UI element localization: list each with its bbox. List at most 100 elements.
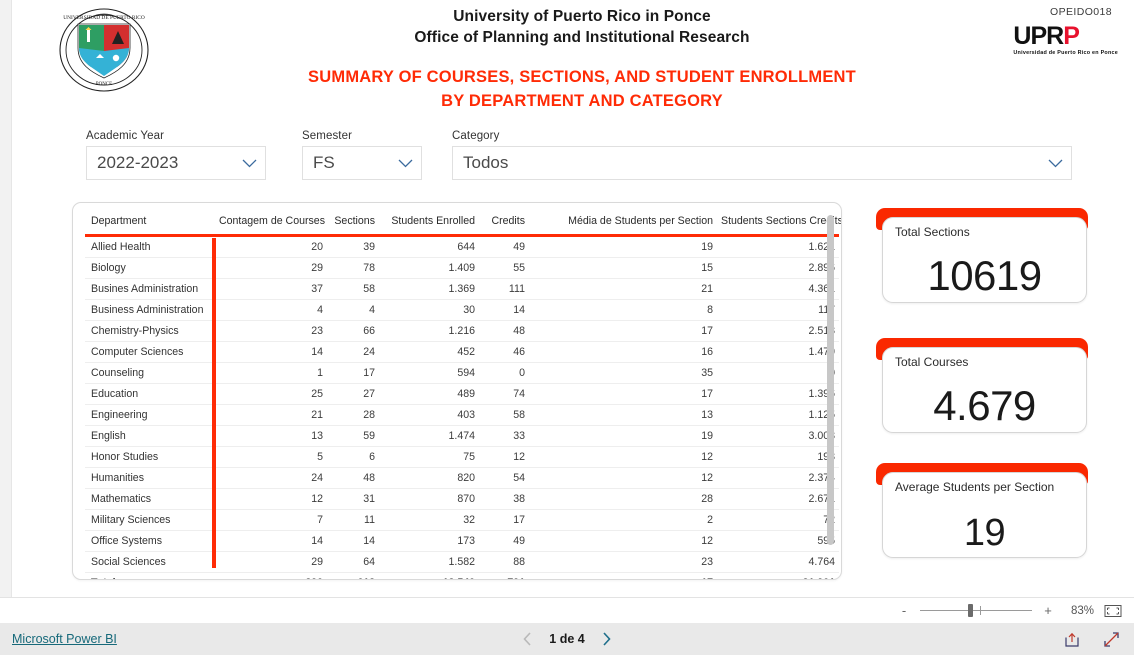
zoom-slider-tick [980, 606, 981, 615]
zoom-slider[interactable] [920, 604, 1032, 618]
cell-department: Education [85, 383, 215, 405]
cell-department: Humanities [85, 467, 215, 489]
slicer-semester-value: FS [313, 153, 335, 172]
cell-ssc: 2.896 [717, 257, 839, 279]
table-row[interactable]: Computer Sciences 14 24 452 46 16 1.479 [85, 341, 839, 363]
cell-credits: 14 [479, 299, 529, 321]
zoom-out-button[interactable]: - [898, 603, 910, 618]
table-vertical-scrollbar[interactable] [827, 215, 834, 567]
column-header-sections[interactable]: Sections [327, 211, 379, 237]
cell-courses: 21 [215, 404, 327, 426]
cell-students: 30 [379, 299, 479, 321]
cell-ssc: 1.396 [717, 383, 839, 405]
cell-avg: 8 [529, 299, 717, 321]
column-header-department[interactable]: Department [85, 211, 215, 237]
slicer-academic-year-dropdown[interactable]: 2022-2023 [86, 146, 266, 180]
kpi-card-body: Total Courses 4.679 [882, 347, 1087, 433]
cell-courses: 14 [215, 341, 327, 363]
table-row[interactable]: Military Sciences7113217272 [85, 509, 839, 531]
cell-ssc: 595 [717, 530, 839, 552]
cell-ssc: 0 [717, 362, 839, 384]
cell-sections: 48 [327, 467, 379, 489]
table-row[interactable]: Business Administration4430148117 [85, 299, 839, 321]
column-header-courses[interactable]: Contagem de Courses [215, 211, 327, 237]
table-row[interactable]: Social Sciences 29 64 1.582 88 23 4.764 [85, 551, 839, 573]
cell-credits: 49 [479, 530, 529, 552]
cell-credits: 54 [479, 467, 529, 489]
table-row[interactable]: Counseling1175940350 [85, 362, 839, 384]
cell-students: 594 [379, 362, 479, 384]
previous-page-icon[interactable] [522, 632, 533, 646]
slicer-semester: Semester FS [302, 130, 422, 180]
cell-students: 1.369 [379, 278, 479, 300]
kpi-label: Average Students per Section [895, 480, 1055, 494]
cell-sections: 39 [327, 235, 379, 258]
slicer-academic-year-value: 2022-2023 [97, 153, 179, 172]
chevron-down-icon[interactable] [242, 159, 257, 168]
table-row[interactable]: Office Systems14141734912595 [85, 530, 839, 552]
cell-sections: 28 [327, 404, 379, 426]
cell-courses: 7 [215, 509, 327, 531]
scrollbar-thumb[interactable] [827, 215, 834, 545]
report-header: University of Puerto Rico in Ponce Offic… [232, 6, 932, 113]
slicer-category-value: Todos [463, 153, 509, 172]
slicer-category-dropdown[interactable]: Todos [452, 146, 1072, 180]
cell-credits: 33 [479, 425, 529, 447]
kpi-card-total-sections[interactable]: Total Sections 10619 [874, 208, 1088, 303]
table-row[interactable]: Biology 29 78 1.409 55 15 2.896 [85, 257, 839, 279]
table-row[interactable]: Honor Studies56751212193 [85, 446, 839, 468]
zoom-slider-thumb[interactable] [968, 604, 973, 617]
slicer-semester-dropdown[interactable]: FS [302, 146, 422, 180]
cell-avg: 19 [529, 425, 717, 447]
cell-credits: 88 [479, 551, 529, 573]
department-summary-table-visual[interactable]: Department Contagem de Courses Sections … [72, 202, 842, 580]
next-page-icon[interactable] [601, 632, 612, 646]
column-header-students-enrolled[interactable]: Students Enrolled [379, 211, 479, 237]
column-header-credits[interactable]: Credits [479, 211, 529, 237]
table-row[interactable]: Humanities 24 48 820 54 12 2.374 [85, 467, 839, 489]
kpi-card-body: Total Sections 10619 [882, 217, 1087, 303]
table-header-row: Department Contagem de Courses Sections … [85, 211, 841, 237]
table-row[interactable]: Education 25 27 489 74 17 1.396 [85, 383, 839, 405]
table-row[interactable]: Chemistry-Physics 23 66 1.216 48 17 2.513 [85, 320, 839, 342]
zoom-in-button[interactable]: + [1042, 603, 1054, 618]
page-indicator-label: 1 de 4 [549, 632, 585, 646]
cell-avg: 12 [529, 446, 717, 468]
cell-courses: 13 [215, 425, 327, 447]
svg-text:UNIVERSIDAD DE PUERTO RICO: UNIVERSIDAD DE PUERTO RICO [63, 15, 145, 21]
cell-avg: 21 [529, 278, 717, 300]
footer-actions [1064, 631, 1120, 648]
cell-courses: 37 [215, 278, 327, 300]
share-icon[interactable] [1064, 631, 1081, 648]
kpi-label: Total Courses [895, 355, 969, 369]
cell-total-avg: 17 [529, 573, 717, 579]
kpi-card-total-courses[interactable]: Total Courses 4.679 [874, 338, 1088, 433]
column-header-students-sections-credits[interactable]: Students Sections Credits [717, 211, 841, 237]
upr-seal-logo: UNIVERSIDAD DE PUERTO RICO PONCE [56, 6, 152, 94]
table-row[interactable]: Allied Health 20 39 644 49 19 1.621 [85, 235, 839, 258]
cell-courses: 24 [215, 467, 327, 489]
table-row[interactable]: English 13 59 1.474 33 19 3.003 [85, 425, 839, 447]
cell-total-students: 12.540 [379, 573, 479, 579]
kpi-card-average-students-per-section[interactable]: Average Students per Section 19 [874, 463, 1088, 558]
table-row[interactable]: Engineering 21 28 403 58 13 1.125 [85, 404, 839, 426]
uprp-subtitle: Universidad de Puerto Rico en Ponce [1013, 50, 1118, 56]
page-title: SUMMARY OF COURSES, SECTIONS, AND STUDEN… [232, 65, 932, 113]
column-header-avg-students-per-section[interactable]: Média de Students per Section [529, 211, 717, 237]
cell-credits: 58 [479, 404, 529, 426]
cell-students: 452 [379, 341, 479, 363]
cell-department: Allied Health [85, 235, 215, 258]
cell-sections: 64 [327, 551, 379, 573]
chevron-down-icon[interactable] [1048, 159, 1063, 168]
chevron-down-icon[interactable] [398, 159, 413, 168]
report-footer: Microsoft Power BI 1 de 4 [0, 623, 1134, 655]
cell-avg: 23 [529, 551, 717, 573]
fit-to-page-icon[interactable] [1104, 604, 1122, 618]
cell-students: 75 [379, 446, 479, 468]
table-row[interactable]: Busines Administration 37 58 1.369 111 21 4.36… [85, 278, 839, 300]
fullscreen-icon[interactable] [1103, 631, 1120, 648]
cell-credits: 38 [479, 488, 529, 510]
zoom-slider-track [920, 610, 1032, 611]
table-row[interactable]: Mathematics 12 31 870 38 28 2.671 [85, 488, 839, 510]
cell-sections: 31 [327, 488, 379, 510]
